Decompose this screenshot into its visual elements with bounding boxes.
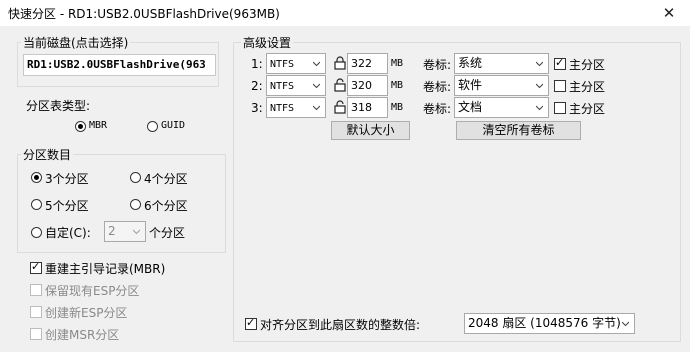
table-type-label: 分区表类型: xyxy=(26,99,91,113)
chevron-down-icon xyxy=(536,105,543,111)
size-input[interactable]: 320 xyxy=(347,75,388,96)
primary-checkbox[interactable] xyxy=(554,102,566,114)
size-input[interactable]: 318 xyxy=(347,97,388,118)
fs-value: NTFS xyxy=(270,59,295,70)
volume-select[interactable]: 软件 xyxy=(454,75,549,96)
unit-label: MB xyxy=(391,102,404,113)
partition-count-label: 分区数目 xyxy=(21,146,74,163)
lock-open-icon[interactable] xyxy=(334,100,346,114)
chevron-down-icon xyxy=(622,321,629,327)
create-msr-label: 创建MSR分区 xyxy=(45,328,120,342)
radio-6-partitions[interactable] xyxy=(130,199,141,210)
primary-label: 主分区 xyxy=(569,80,606,94)
close-button[interactable]: ✕ xyxy=(648,0,690,26)
volume-value: 软件 xyxy=(458,78,483,92)
radio-3-partitions[interactable] xyxy=(31,172,42,183)
custom-count-select[interactable]: 2 xyxy=(104,221,146,242)
align-checkbox[interactable] xyxy=(245,316,257,330)
align-value: 2048 扇区 (1048576 字节) xyxy=(468,316,621,330)
label-4-partitions: 4个分区 xyxy=(144,172,188,186)
primary-label: 主分区 xyxy=(569,102,606,116)
rebuild-mbr-checkbox[interactable] xyxy=(30,260,42,274)
chevron-down-icon xyxy=(313,83,320,89)
volume-select[interactable]: 文档 xyxy=(454,97,549,118)
mbr-label: MBR xyxy=(89,120,108,131)
row-index: 2: xyxy=(251,79,263,93)
create-esp-checkbox[interactable] xyxy=(30,306,42,318)
label-3-partitions: 3个分区 xyxy=(45,172,89,186)
fs-select[interactable]: NTFS xyxy=(266,97,326,118)
volume-select[interactable]: 系统 xyxy=(454,53,549,74)
default-size-button[interactable]: 默认大小 xyxy=(331,121,410,140)
create-msr-checkbox[interactable] xyxy=(30,328,42,340)
keep-esp-checkbox[interactable] xyxy=(30,284,42,296)
fs-select[interactable]: NTFS xyxy=(266,75,326,96)
radio-5-partitions[interactable] xyxy=(31,199,42,210)
advanced-group-label: 高级设置 xyxy=(241,34,294,51)
fs-select[interactable]: NTFS xyxy=(266,53,326,74)
fs-value: NTFS xyxy=(270,81,295,92)
create-esp-label: 创建新ESP分区 xyxy=(45,306,128,320)
label-6-partitions: 6个分区 xyxy=(144,199,188,213)
chevron-down-icon xyxy=(536,83,543,89)
clear-labels-button[interactable]: 清空所有卷标 xyxy=(456,121,581,140)
disk-group-label: 当前磁盘(点击选择) xyxy=(21,34,131,51)
unit-label: MB xyxy=(391,58,404,69)
fs-value: NTFS xyxy=(270,103,295,114)
custom-count-value: 2 xyxy=(108,224,116,238)
radio-custom[interactable] xyxy=(31,227,42,238)
volume-value: 文档 xyxy=(458,100,483,114)
mbr-radio[interactable] xyxy=(75,121,86,132)
primary-checkbox[interactable] xyxy=(554,80,566,92)
current-disk-field[interactable]: RD1:USB2.0USBFlashDrive(963 xyxy=(23,54,216,76)
align-label: 对齐分区到此扇区数的整数倍: xyxy=(260,318,421,332)
label-5-partitions: 5个分区 xyxy=(45,199,89,213)
volume-label-text: 卷标: xyxy=(423,102,452,116)
chevron-down-icon xyxy=(313,105,320,111)
lock-open-icon[interactable] xyxy=(334,78,346,92)
volume-label-text: 卷标: xyxy=(423,80,452,94)
chevron-down-icon xyxy=(133,229,140,235)
lock-closed-icon[interactable] xyxy=(334,56,346,70)
volume-value: 系统 xyxy=(458,56,483,70)
unit-label: MB xyxy=(391,80,404,91)
guid-radio[interactable] xyxy=(147,121,158,132)
label-custom: 自定(C): xyxy=(45,226,91,240)
window-title: 快速分区 - RD1:USB2.0USBFlashDrive(963MB) xyxy=(8,7,280,21)
primary-checkbox[interactable] xyxy=(554,56,566,70)
align-select[interactable]: 2048 扇区 (1048576 字节) xyxy=(464,313,635,334)
rebuild-mbr-label: 重建主引导记录(MBR) xyxy=(45,262,166,276)
keep-esp-label: 保留现有ESP分区 xyxy=(45,284,140,298)
chevron-down-icon xyxy=(313,61,320,67)
guid-label: GUID xyxy=(161,120,186,131)
row-index: 3: xyxy=(251,101,263,115)
row-index: 1: xyxy=(251,57,263,71)
volume-label-text: 卷标: xyxy=(423,58,452,72)
size-input[interactable]: 322 xyxy=(347,53,388,74)
custom-suffix-label: 个分区 xyxy=(149,226,186,240)
chevron-down-icon xyxy=(536,61,543,67)
primary-label: 主分区 xyxy=(569,58,606,72)
radio-4-partitions[interactable] xyxy=(130,172,141,183)
